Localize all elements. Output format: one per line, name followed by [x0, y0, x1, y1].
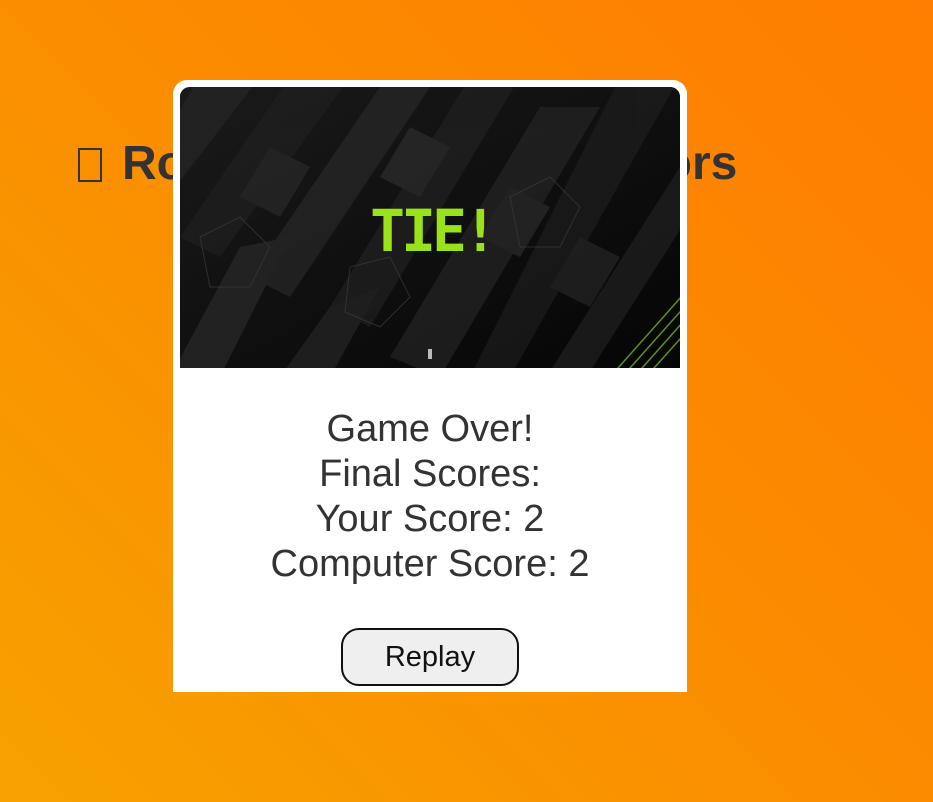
- missing-glyph-icon: [78, 148, 102, 182]
- result-banner: TIE!: [180, 87, 680, 368]
- result-banner-graphic: TIE!: [180, 87, 680, 368]
- your-score-text: Your Score: 2: [315, 498, 545, 540]
- final-scores-text: Final Scores:: [319, 453, 541, 495]
- result-text: TIE!: [370, 197, 494, 265]
- game-over-modal: TIE! Game Over! Final Scores: Your Score…: [173, 80, 687, 692]
- computer-score-text: Computer Score: 2: [270, 543, 590, 585]
- replay-button[interactable]: Replay: [341, 628, 519, 686]
- banner-small-mark: [428, 349, 432, 359]
- game-summary: Game Over! Final Scores: Your Score: 2 C…: [173, 407, 687, 587]
- game-over-text: Game Over!: [326, 408, 534, 450]
